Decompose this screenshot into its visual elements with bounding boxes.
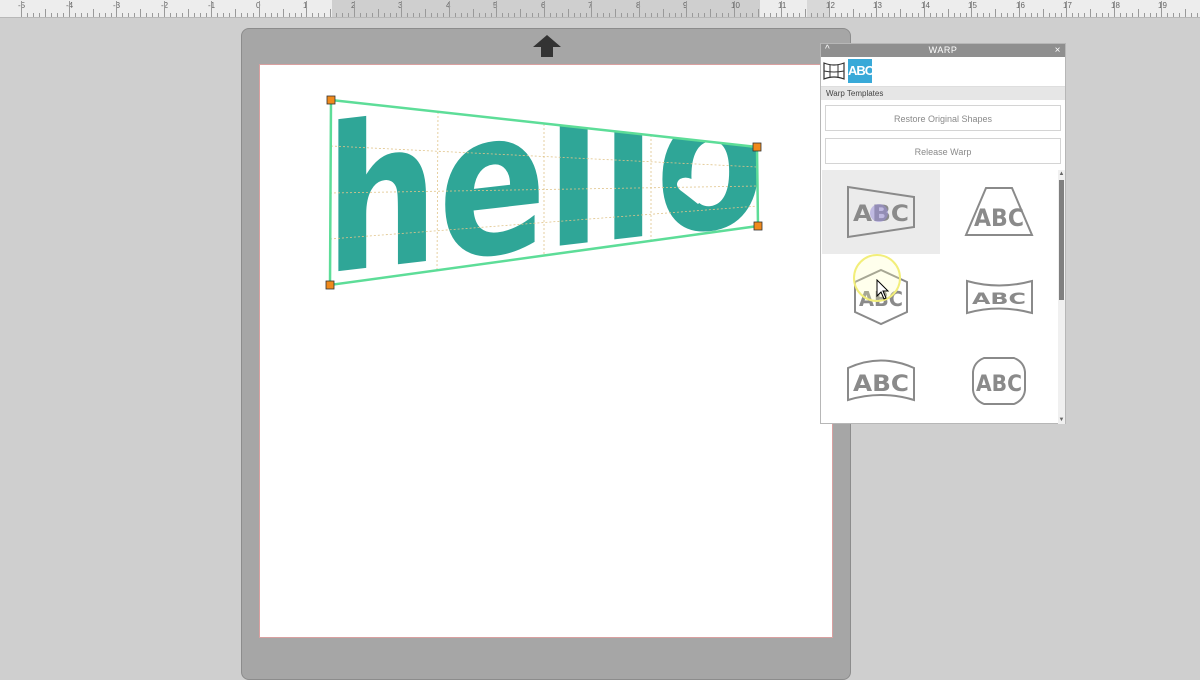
collapse-panel-icon[interactable]: ^	[825, 44, 830, 56]
octagon-warp-icon: ABC	[972, 357, 1026, 405]
close-panel-icon[interactable]: ×	[1055, 44, 1061, 57]
warped-text-hello[interactable]: hello	[325, 38, 765, 321]
warp-panel: ^ WARP × ABC Warp Templates Restore Orig…	[820, 43, 1066, 424]
tab-grid-warp[interactable]	[822, 59, 846, 83]
warp-handle-bottom-right[interactable]	[753, 221, 763, 231]
warp-templates-grid: ABC ABC ABC ABC ABC	[822, 170, 1058, 424]
warp-panel-titlebar: ^ WARP ×	[821, 44, 1065, 57]
arch-warp-icon: ABC	[847, 359, 915, 402]
warp-templates-label: Warp Templates	[821, 87, 1065, 100]
scroll-down-icon[interactable]: ▼	[1058, 416, 1065, 424]
warp-template-bowtie[interactable]: ABC	[940, 254, 1058, 338]
warp-panel-title: WARP	[928, 45, 958, 55]
mouse-pointer-icon	[876, 279, 890, 300]
scroll-up-icon[interactable]: ▲	[1058, 170, 1065, 178]
trapezoid-up-warp-icon: ABC	[964, 187, 1034, 236]
warp-template-octagon[interactable]: ABC	[940, 338, 1058, 422]
warp-template-arch[interactable]: ABC	[822, 338, 940, 422]
warp-template-trapezoid-up[interactable]: ABC	[940, 170, 1058, 254]
restore-original-shapes-button[interactable]: Restore Original Shapes	[825, 105, 1061, 131]
template-label: ABC	[853, 372, 909, 397]
warp-tab-bar: ABC	[821, 57, 1065, 87]
template-label: ABC	[974, 204, 1024, 232]
bowtie-warp-icon: ABC	[966, 279, 1033, 315]
warp-handle-top-left[interactable]	[326, 95, 336, 105]
templates-scrollbar[interactable]: ▲ ▼	[1058, 170, 1065, 424]
tab-abc-warp[interactable]: ABC	[848, 59, 874, 83]
template-label: ABC	[976, 372, 1022, 397]
scroll-thumb[interactable]	[1059, 180, 1064, 300]
grid-warp-icon	[823, 62, 845, 80]
template-label: ABC	[972, 289, 1026, 308]
warp-handle-top-right[interactable]	[752, 142, 762, 152]
release-warp-button[interactable]: Release Warp	[825, 138, 1061, 164]
warp-template-trapezoid[interactable]: ABC	[822, 170, 940, 254]
warp-handle-bottom-left[interactable]	[325, 280, 335, 290]
trapezoid-warp-icon: ABC	[847, 185, 915, 239]
